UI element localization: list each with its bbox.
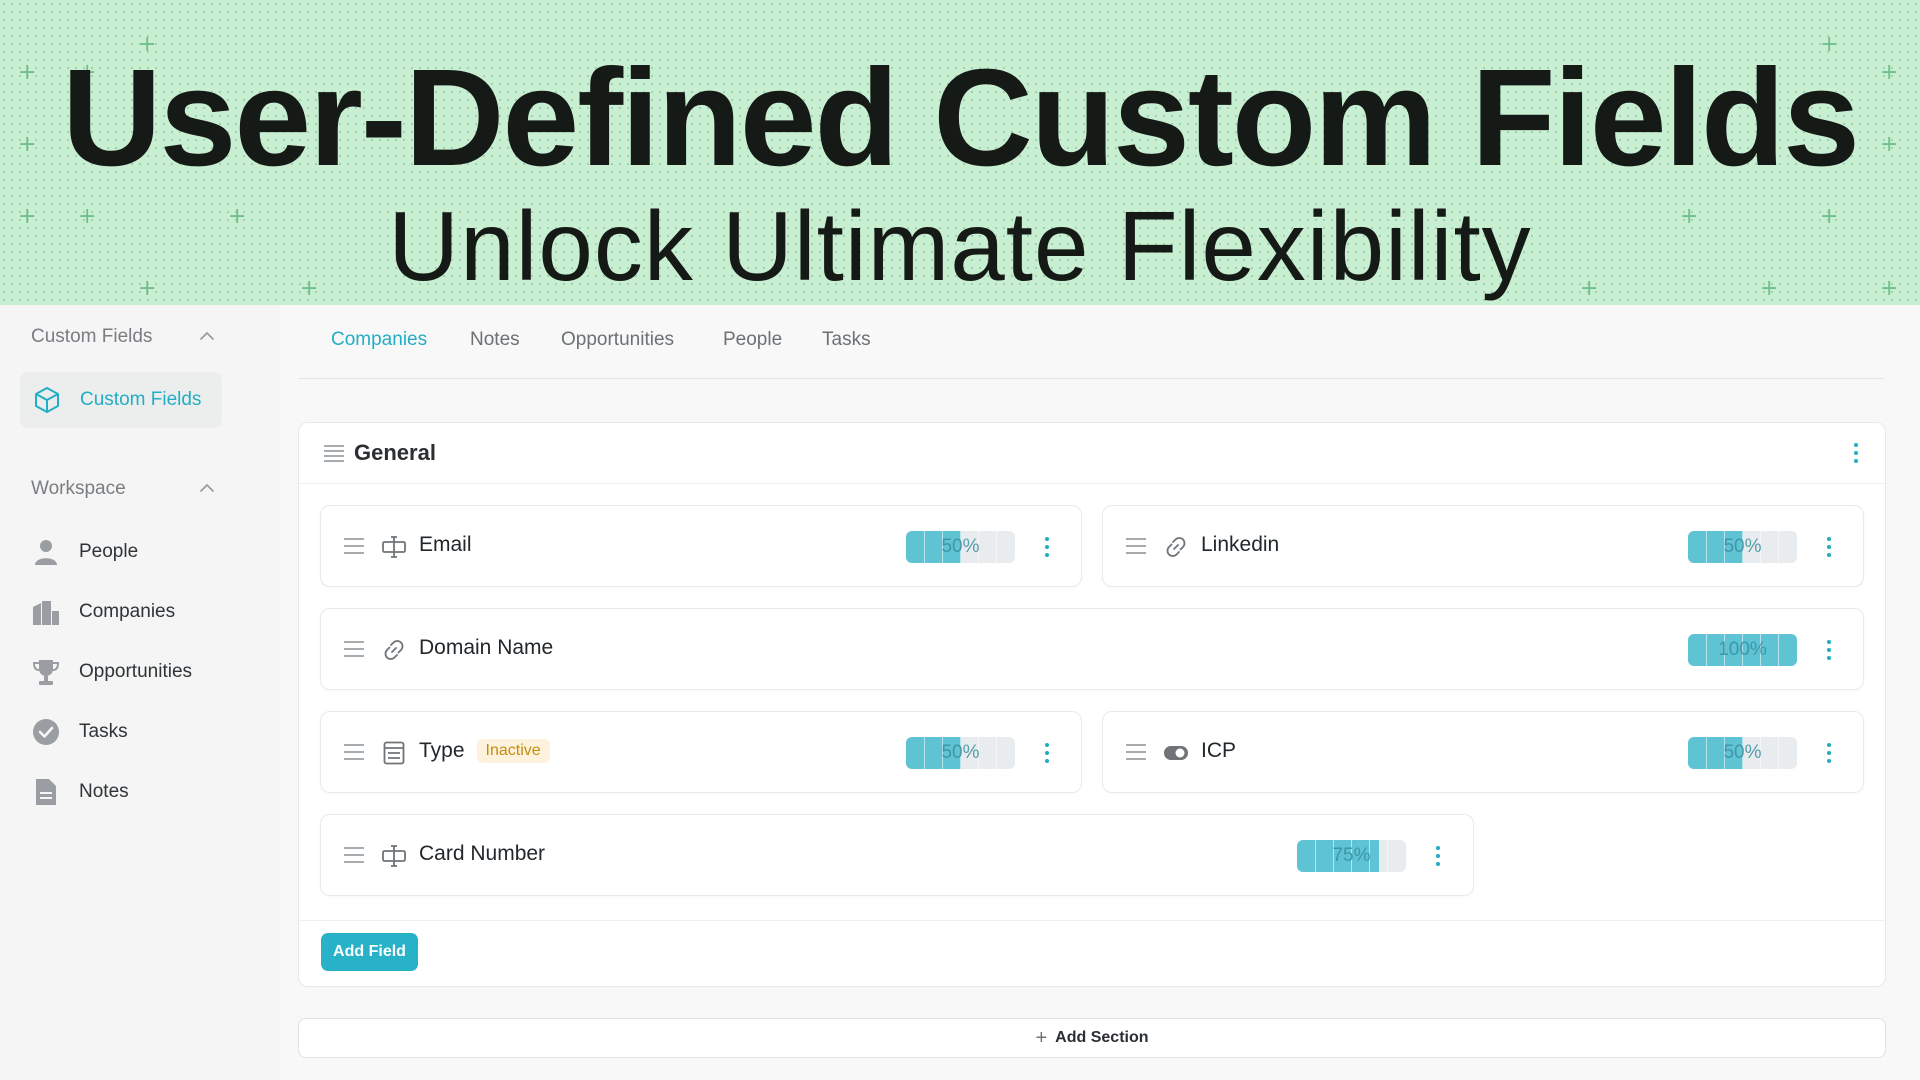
field-menu-icon[interactable] <box>1040 532 1054 562</box>
usage-meter: 50% <box>906 531 1015 563</box>
field-name: Type Inactive <box>419 739 550 763</box>
sidebar-item-label: Tasks <box>79 721 128 742</box>
field-menu-icon[interactable] <box>1822 532 1836 562</box>
drag-handle-icon[interactable] <box>343 536 365 561</box>
trophy-icon <box>31 657 61 687</box>
field-card[interactable]: ICP 50% <box>1102 711 1864 793</box>
usage-meter-label: 100% <box>1718 639 1767 660</box>
usage-meter-label: 75% <box>1332 845 1371 866</box>
section-header: General <box>299 423 1885 484</box>
section-title: General <box>354 440 436 465</box>
sidebar-item-label: Notes <box>79 781 129 802</box>
field-menu-icon[interactable] <box>1822 635 1836 665</box>
sidebar-item-label: Custom Fields <box>80 389 202 410</box>
sidebar-group-custom-fields[interactable]: Custom Fields <box>31 322 214 352</box>
sidebar-item-tasks[interactable]: Tasks <box>31 712 251 752</box>
field-name-text: Type <box>419 739 465 762</box>
usage-meter-label: 50% <box>1723 742 1762 763</box>
sidebar-item-opportunities[interactable]: Opportunities <box>31 652 251 692</box>
add-section-label: Add Section <box>1055 1029 1149 1046</box>
section-general: General Email 50% Linkedin 50% Domain Na… <box>298 422 1886 987</box>
usage-meter: 75% <box>1297 840 1406 872</box>
check-circle-icon <box>31 717 61 747</box>
tab-tasks[interactable]: Tasks <box>822 329 871 351</box>
usage-meter-label: 50% <box>941 536 980 557</box>
note-icon <box>31 777 61 807</box>
field-card[interactable]: Linkedin 50% <box>1102 505 1864 587</box>
add-field-button[interactable]: Add Field <box>321 933 418 971</box>
tab-opportunities[interactable]: Opportunities <box>561 329 674 351</box>
drag-handle-icon[interactable] <box>343 742 365 767</box>
drag-handle-icon[interactable] <box>323 443 345 468</box>
sidebar-group-label: Workspace <box>31 478 126 499</box>
link-icon <box>381 637 407 663</box>
usage-meter-label: 50% <box>1723 536 1762 557</box>
usage-meter: 50% <box>906 737 1015 769</box>
drag-handle-icon[interactable] <box>343 845 365 870</box>
field-card[interactable]: Type Inactive 50% <box>320 711 1082 793</box>
usage-meter: 50% <box>1688 737 1797 769</box>
drag-handle-icon[interactable] <box>1125 536 1147 561</box>
usage-meter-label: 50% <box>941 742 980 763</box>
field-card[interactable]: Domain Name 100% <box>320 608 1864 690</box>
field-name: ICP <box>1201 739 1237 762</box>
sidebar-group-workspace[interactable]: Workspace <box>31 474 214 504</box>
hero-title: User-Defined Custom Fields <box>62 41 1860 195</box>
object-tabs: Companies Notes Opportunities People Tas… <box>298 305 1884 379</box>
sidebar-item-label: Companies <box>79 601 176 622</box>
add-section-button[interactable]: + Add Section <box>298 1018 1886 1058</box>
building-icon <box>31 597 61 627</box>
field-card[interactable]: Email 50% <box>320 505 1082 587</box>
toggle-icon <box>1163 740 1189 766</box>
text-field-icon <box>381 534 407 560</box>
cube-icon <box>35 387 59 413</box>
link-icon <box>1163 534 1189 560</box>
sidebar-item-people[interactable]: People <box>31 532 251 572</box>
field-menu-icon[interactable] <box>1822 738 1836 768</box>
tab-notes[interactable]: Notes <box>470 329 520 351</box>
sidebar-item-label: People <box>79 541 139 562</box>
sidebar-item-companies[interactable]: Companies <box>31 592 251 632</box>
field-name: Card Number <box>419 842 546 865</box>
person-icon <box>31 537 61 567</box>
hero-subtitle: Unlock Ultimate Flexibility <box>388 191 1532 301</box>
sidebar-item-custom-fields[interactable]: Custom Fields <box>20 372 222 428</box>
sidebar-group-label: Custom Fields <box>31 326 153 347</box>
sidebar-item-notes[interactable]: Notes <box>31 772 251 812</box>
sidebar-item-label: Opportunities <box>79 661 193 682</box>
section-menu-icon[interactable] <box>1849 438 1863 468</box>
usage-meter: 50% <box>1688 531 1797 563</box>
hero-banner: + + + + + + + + + + + + + + + + + User-D… <box>0 0 1920 305</box>
field-name: Domain Name <box>419 636 554 659</box>
text-field-icon <box>381 843 407 869</box>
field-menu-icon[interactable] <box>1431 841 1445 871</box>
field-name: Email <box>419 533 472 556</box>
tab-people[interactable]: People <box>723 329 782 351</box>
field-name: Linkedin <box>1201 533 1280 556</box>
sidebar: Custom Fields Custom Fields Workspace Pe… <box>0 305 280 1080</box>
plus-icon: + <box>1035 1026 1048 1049</box>
chevron-up-icon[interactable] <box>199 480 215 498</box>
drag-handle-icon[interactable] <box>1125 742 1147 767</box>
field-card[interactable]: Card Number 75% <box>320 814 1474 896</box>
chevron-up-icon[interactable] <box>199 328 215 346</box>
section-footer: Add Field <box>299 920 1885 986</box>
usage-meter: 100% <box>1688 634 1797 666</box>
field-menu-icon[interactable] <box>1040 738 1054 768</box>
list-icon <box>381 740 407 766</box>
status-badge: Inactive <box>476 739 550 763</box>
tab-companies[interactable]: Companies <box>331 329 427 351</box>
drag-handle-icon[interactable] <box>343 639 365 664</box>
